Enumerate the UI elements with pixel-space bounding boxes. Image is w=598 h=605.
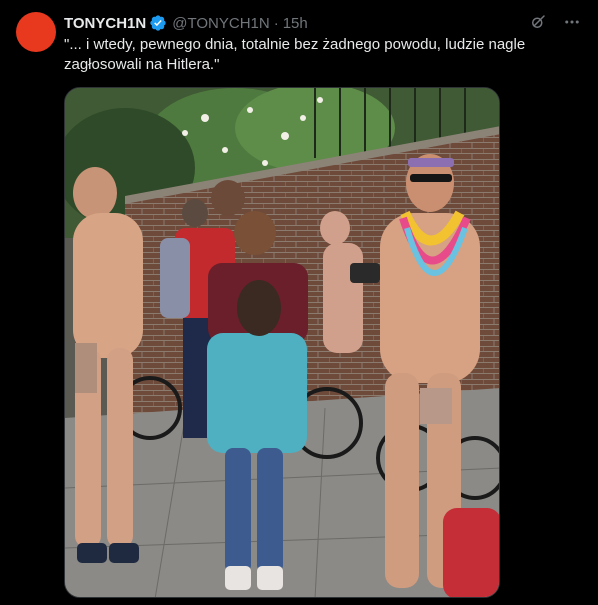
tweet-timestamp[interactable]: 15h <box>283 15 308 32</box>
photo-illustration <box>65 88 499 597</box>
author-handle[interactable]: @TONYCH1N <box>172 15 269 32</box>
grok-icon[interactable] <box>528 12 548 32</box>
verified-badge-icon <box>149 14 167 32</box>
tweet[interactable]: TONYCH1N @TONYCH1N · 15h "... i wtedy, p… <box>0 0 598 605</box>
tweet-photo[interactable] <box>64 87 500 598</box>
header-actions <box>528 12 582 32</box>
more-icon[interactable] <box>562 12 582 32</box>
author-avatar[interactable] <box>16 12 56 52</box>
separator-dot: · <box>273 14 279 32</box>
tweet-header: TONYCH1N @TONYCH1N · 15h <box>64 13 582 33</box>
tweet-text: "... i wtedy, pewnego dnia, totalnie bez… <box>64 36 526 73</box>
author-display-name[interactable]: TONYCH1N <box>64 15 146 32</box>
